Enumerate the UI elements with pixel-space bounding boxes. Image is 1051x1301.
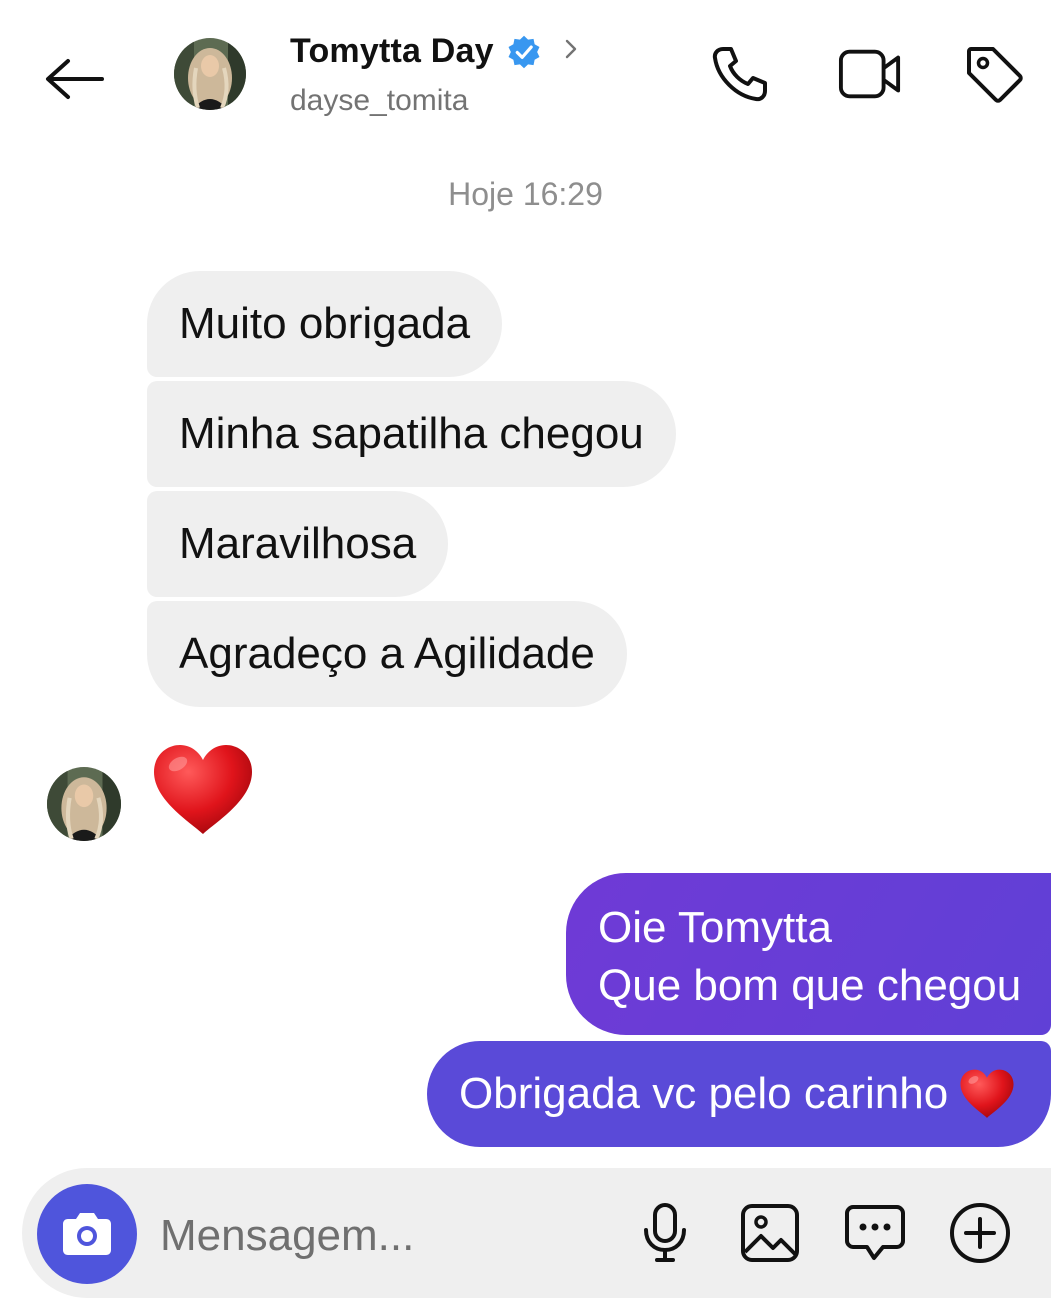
outgoing-message[interactable]: Oie Tomytta Que bom que chegou — [566, 873, 1051, 1035]
sticker-button[interactable] — [842, 1200, 908, 1266]
outgoing-message[interactable]: Obrigada vc pelo carinho — [427, 1041, 1051, 1147]
image-icon — [741, 1204, 799, 1262]
gallery-button[interactable] — [737, 1200, 803, 1266]
sticker-chat-icon — [845, 1205, 905, 1260]
contact-name: Tomytta Day — [290, 32, 494, 70]
avatar-photo — [174, 38, 246, 110]
heart-emoji — [960, 1069, 1014, 1118]
dm-thread-screen: Tomytta Day dayse_tomita Hoje 16:29 Muit… — [0, 0, 1051, 1301]
more-options-button[interactable] — [947, 1200, 1013, 1266]
plus-circle-icon — [950, 1203, 1010, 1263]
camera-icon — [63, 1213, 111, 1255]
incoming-message[interactable]: Minha sapatilha chegou — [147, 381, 676, 487]
back-arrow-icon — [46, 59, 104, 99]
sender-avatar[interactable] — [47, 767, 121, 841]
incoming-message[interactable]: Muito obrigada — [147, 271, 503, 377]
camera-button[interactable] — [37, 1184, 137, 1284]
video-camera-icon — [838, 49, 901, 99]
incoming-message[interactable]: Maravilhosa — [147, 491, 449, 597]
message-input[interactable] — [158, 1200, 612, 1272]
phone-icon — [712, 47, 767, 102]
label-button[interactable] — [962, 42, 1026, 106]
outgoing-message-line: Que bom que chegou — [598, 961, 1022, 1010]
outgoing-message-line: Oie Tomytta — [598, 903, 832, 952]
back-button[interactable] — [42, 55, 106, 103]
outgoing-message-text: Obrigada vc pelo carinho — [459, 1069, 949, 1118]
tag-icon — [967, 47, 1023, 103]
incoming-message[interactable]: Agradeço a Agilidade — [147, 601, 627, 707]
microphone-icon — [644, 1203, 686, 1262]
chevron-right-icon — [565, 39, 576, 58]
message-timestamp: Hoje 16:29 — [448, 176, 603, 212]
avatar-photo — [47, 767, 121, 841]
heart-emoji-message[interactable] — [150, 742, 256, 838]
voice-call-button[interactable] — [708, 42, 772, 106]
header-title-row[interactable]: Tomytta Day — [290, 32, 582, 71]
profile-avatar[interactable] — [174, 38, 246, 110]
voice-message-button[interactable] — [632, 1200, 698, 1266]
video-call-button[interactable] — [838, 42, 902, 106]
contact-username[interactable]: dayse_tomita — [290, 84, 468, 118]
verified-badge-icon — [508, 35, 540, 68]
